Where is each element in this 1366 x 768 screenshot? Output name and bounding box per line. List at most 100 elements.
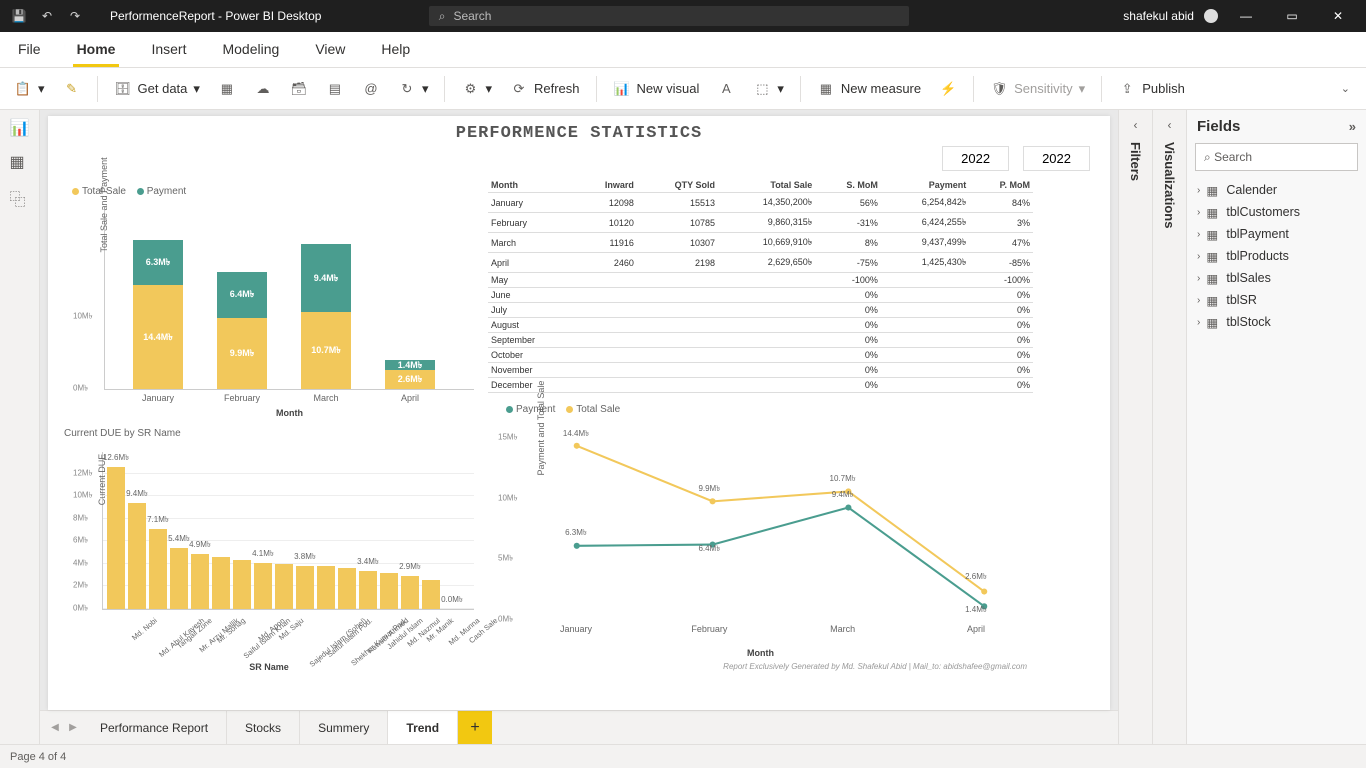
new-measure-button[interactable]: ▦New measure bbox=[811, 76, 927, 102]
more-visuals-button[interactable]: ⬚▾ bbox=[747, 76, 790, 102]
get-data-button[interactable]: 🗄Get data ▾ bbox=[108, 76, 206, 102]
close-button[interactable]: ✕ bbox=[1320, 0, 1356, 32]
sql-button[interactable]: 🗃 bbox=[284, 76, 314, 102]
stacked-x-label: Month bbox=[105, 408, 474, 418]
due-x-label: SR Name bbox=[60, 662, 478, 672]
table-row[interactable]: July0%0% bbox=[488, 303, 1033, 318]
minimize-button[interactable]: — bbox=[1228, 0, 1264, 32]
field-table-tblsr[interactable]: ›▦tblSR bbox=[1195, 289, 1358, 311]
stacked-bar-chart[interactable]: Total Sale Payment Total Sale and Paymen… bbox=[60, 182, 478, 424]
line-legend: Payment Total Sale bbox=[488, 404, 1033, 415]
table-row[interactable]: December0%0% bbox=[488, 378, 1033, 393]
refresh-button[interactable]: ⟳Refresh bbox=[504, 76, 586, 102]
filters-pane[interactable]: ‹ Filters bbox=[1118, 110, 1152, 744]
data-view-icon[interactable]: ▦ bbox=[10, 152, 30, 172]
field-table-tblsales[interactable]: ›▦tblSales bbox=[1195, 267, 1358, 289]
transform-button[interactable]: ⚙▾ bbox=[455, 76, 498, 102]
textbox-button[interactable]: A bbox=[711, 76, 741, 102]
sensitivity-button[interactable]: 🛡Sensitivity ▾ bbox=[984, 76, 1091, 102]
tab-next-icon[interactable]: ▶ bbox=[64, 711, 82, 744]
global-search[interactable]: ⌕ Search bbox=[429, 6, 909, 26]
table-row[interactable]: January120981551314,350,200৳56%6,254,842… bbox=[488, 193, 1033, 213]
table-row[interactable]: September0%0% bbox=[488, 333, 1033, 348]
year-slicer-a[interactable]: 2022 bbox=[942, 146, 1009, 171]
due-chart-title: Current DUE by SR Name bbox=[60, 428, 478, 439]
report-view-icon[interactable]: 📊 bbox=[10, 118, 30, 138]
quick-measure-button[interactable]: ⚡ bbox=[933, 76, 963, 102]
search-icon: ⌕ bbox=[439, 9, 446, 24]
table-row[interactable]: June0%0% bbox=[488, 288, 1033, 303]
avatar[interactable] bbox=[1204, 9, 1218, 23]
table-row[interactable]: April246021982,629,650৳-75%1,425,430৳-85… bbox=[488, 253, 1033, 273]
line-chart[interactable]: Payment Total Sale Payment and Total Sal… bbox=[488, 404, 1033, 672]
ribbon: 📋▾ ✎ 🗄Get data ▾ ▦ ☁ 🗃 ▤ @ ↻▾ ⚙▾ ⟳Refres… bbox=[0, 68, 1366, 110]
table-row[interactable]: May-100%-100% bbox=[488, 273, 1033, 288]
year-slicer-b[interactable]: 2022 bbox=[1023, 146, 1090, 171]
table-row[interactable]: October0%0% bbox=[488, 348, 1033, 363]
stacked-y-label: Total Sale and Payment bbox=[99, 157, 109, 252]
filters-label: Filters bbox=[1128, 142, 1143, 181]
visualizations-pane[interactable]: ‹ Visualizations bbox=[1152, 110, 1186, 744]
model-view-icon[interactable]: ⿻ bbox=[10, 186, 30, 206]
field-table-tblstock[interactable]: ›▦tblStock bbox=[1195, 311, 1358, 333]
fields-search[interactable]: ⌕ Search bbox=[1195, 143, 1358, 171]
field-table-calender[interactable]: ›▦Calender bbox=[1195, 179, 1358, 201]
publish-button[interactable]: ⇪Publish bbox=[1112, 76, 1191, 102]
enterdata-button[interactable]: ▤ bbox=[320, 76, 350, 102]
chevron-left-icon: ‹ bbox=[1134, 118, 1138, 132]
new-visual-button[interactable]: 📊New visual bbox=[607, 76, 706, 102]
title-bar: 💾 ↶ ↷ PerformenceReport - Power BI Deskt… bbox=[0, 0, 1366, 32]
line-x-label: Month bbox=[488, 648, 1033, 658]
table-row[interactable]: November0%0% bbox=[488, 363, 1033, 378]
tab-prev-icon[interactable]: ◀ bbox=[46, 711, 64, 744]
fields-pane: Fields » ⌕ Search ›▦Calender›▦tblCustome… bbox=[1186, 110, 1366, 744]
menu-file[interactable]: File bbox=[14, 33, 45, 67]
monthly-table[interactable]: MonthInwardQTY SoldTotal SaleS. MoMPayme… bbox=[488, 178, 1033, 393]
paste-button[interactable]: 📋▾ bbox=[8, 76, 51, 102]
fields-label: Fields bbox=[1197, 118, 1240, 135]
maximize-button[interactable]: ▭ bbox=[1274, 0, 1310, 32]
credit-line: Report Exclusively Generated by Md. Shaf… bbox=[723, 662, 1027, 671]
field-table-tblpayment[interactable]: ›▦tblPayment bbox=[1195, 223, 1358, 245]
page-tab-trend[interactable]: Trend bbox=[388, 711, 458, 744]
add-page-button[interactable]: + bbox=[458, 711, 492, 744]
search-placeholder: Search bbox=[453, 9, 491, 23]
page-tab-summery[interactable]: Summery bbox=[300, 711, 388, 744]
dataverse-button[interactable]: @ bbox=[356, 76, 386, 102]
menu-insert[interactable]: Insert bbox=[147, 33, 190, 67]
excel-button[interactable]: ▦ bbox=[212, 76, 242, 102]
collapse-fields-icon[interactable]: » bbox=[1349, 119, 1356, 134]
undo-icon[interactable]: ↶ bbox=[40, 9, 54, 23]
report-title: PERFORMENCE STATISTICS bbox=[48, 124, 1110, 143]
page-indicator: Page 4 of 4 bbox=[10, 751, 66, 763]
table-row[interactable]: February10120107859,860,315৳-31%6,424,25… bbox=[488, 213, 1033, 233]
redo-icon[interactable]: ↷ bbox=[68, 9, 82, 23]
page-tab-stocks[interactable]: Stocks bbox=[227, 711, 300, 744]
year-slicers: 2022 2022 bbox=[942, 146, 1090, 171]
field-table-tblcustomers[interactable]: ›▦tblCustomers bbox=[1195, 201, 1358, 223]
recent-button[interactable]: ↻▾ bbox=[392, 76, 435, 102]
format-painter-button[interactable]: ✎ bbox=[57, 76, 87, 102]
menu-modeling[interactable]: Modeling bbox=[218, 33, 283, 67]
username-label: shafekul abid bbox=[1123, 9, 1194, 23]
ribbon-expand-icon[interactable]: ⌄ bbox=[1341, 82, 1358, 95]
due-bar-chart[interactable]: Current DUE by SR Name Current DUE 0M৳2M… bbox=[60, 428, 478, 672]
menu-bar: File Home Insert Modeling View Help bbox=[0, 32, 1366, 68]
save-icon[interactable]: 💾 bbox=[12, 9, 26, 23]
table-row[interactable]: August0%0% bbox=[488, 318, 1033, 333]
status-bar: Page 4 of 4 bbox=[0, 744, 1366, 768]
menu-view[interactable]: View bbox=[311, 33, 349, 67]
visualizations-label: Visualizations bbox=[1162, 142, 1177, 228]
report-canvas[interactable]: PERFORMENCE STATISTICS 2022 2022 Total S… bbox=[48, 116, 1110, 710]
table-row[interactable]: March119161030710,669,910৳8%9,437,499৳47… bbox=[488, 233, 1033, 253]
page-tab-performance-report[interactable]: Performance Report bbox=[82, 711, 227, 744]
page-tabs: ◀ ▶ Performance ReportStocksSummeryTrend… bbox=[40, 710, 1118, 744]
menu-help[interactable]: Help bbox=[377, 33, 414, 67]
view-rail: 📊 ▦ ⿻ bbox=[0, 110, 40, 744]
menu-home[interactable]: Home bbox=[73, 33, 120, 67]
fields-search-placeholder: Search bbox=[1214, 150, 1252, 164]
chevron-left-icon: ‹ bbox=[1168, 118, 1172, 132]
stacked-legend: Total Sale Payment bbox=[64, 186, 186, 197]
datahub-button[interactable]: ☁ bbox=[248, 76, 278, 102]
field-table-tblproducts[interactable]: ›▦tblProducts bbox=[1195, 245, 1358, 267]
